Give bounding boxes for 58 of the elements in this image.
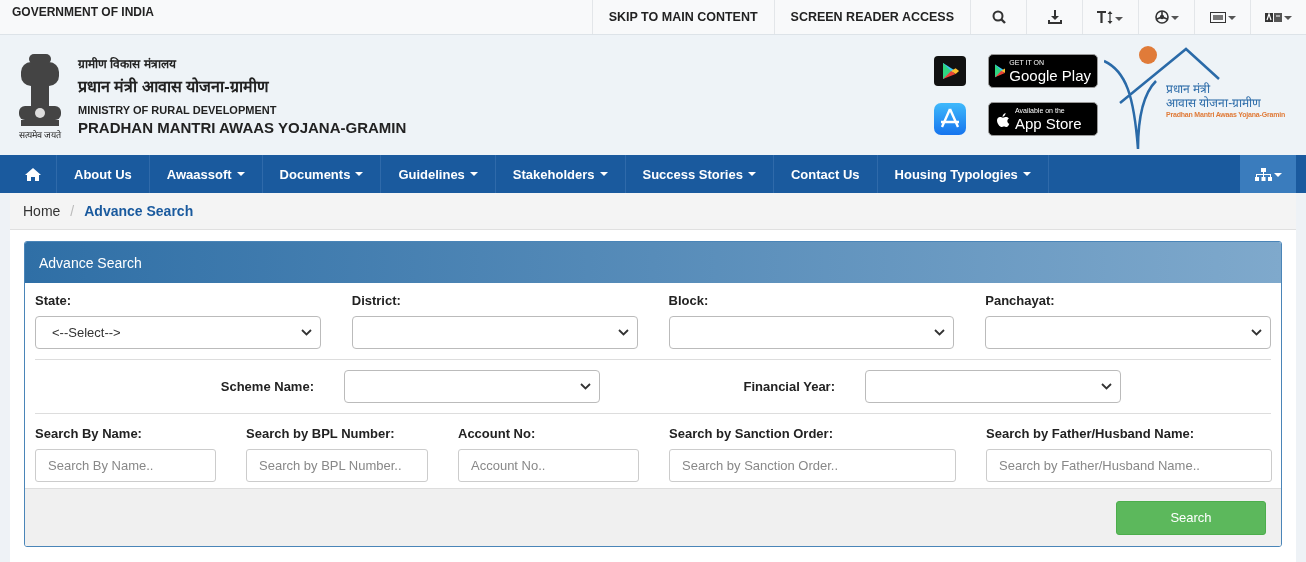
input-field[interactable]: Search by BPL Number.. <box>246 449 428 482</box>
text-size-icon[interactable] <box>1097 9 1124 25</box>
caret-icon <box>355 172 364 176</box>
top-link[interactable]: SKIP TO MAIN CONTENT <box>591 0 774 34</box>
field-label: State: <box>35 293 73 308</box>
home-icon <box>25 167 41 181</box>
field-label: Account No: <box>458 426 537 441</box>
sitemap-icon <box>1254 167 1282 181</box>
ministry-name: MINISTRY OF RURAL DEVELOPMENT <box>78 103 278 116</box>
field-label: Panchayat: <box>985 293 1056 308</box>
field-label: Search By Name: <box>35 426 143 441</box>
select-field[interactable]: <--Select--> <box>35 316 321 349</box>
logo-text: प्रधान मंत्री <box>1166 83 1212 96</box>
display-icon[interactable] <box>1209 10 1236 24</box>
select-field[interactable] <box>985 316 1271 349</box>
input-field[interactable]: Search by Father/Husband Name.. <box>986 449 1272 482</box>
site-title: GOVERNMENT OF INDIA <box>11 4 155 21</box>
caret-icon <box>747 172 756 176</box>
sitemap-button[interactable] <box>1240 155 1296 193</box>
play-store-icon[interactable] <box>934 56 966 86</box>
select-field[interactable] <box>344 370 600 403</box>
chevron-icon <box>580 383 591 390</box>
logo-text: आवास योजना-ग्रामीण <box>1166 96 1263 111</box>
chevron-icon <box>300 329 312 336</box>
field-label: Scheme Name: <box>219 379 314 394</box>
app-store-icon[interactable] <box>934 103 966 135</box>
panel-title: Advance Search <box>25 242 1281 283</box>
chevron-icon <box>1101 383 1112 390</box>
field-label: District: <box>351 293 402 308</box>
input-field[interactable]: Search By Name.. <box>35 449 216 482</box>
download-icon[interactable] <box>1047 10 1062 24</box>
select-field[interactable] <box>865 370 1121 403</box>
top-link[interactable]: SCREEN READER ACCESS <box>773 0 970 34</box>
chevron-icon <box>934 329 946 336</box>
chevron-icon <box>617 329 629 336</box>
emblem-caption: सत्यमेव जयते <box>18 128 62 141</box>
input-field[interactable]: Account No.. <box>458 449 639 482</box>
breadcrumb-link[interactable]: Home <box>23 203 61 219</box>
caret-icon <box>469 172 478 176</box>
scheme-name: PRADHAN MANTRI AWAAS YOJANA-GRAMIN <box>78 118 408 136</box>
select-field[interactable] <box>668 316 955 349</box>
field-label: Financial Year: <box>742 379 835 394</box>
ministry-name: ग्रामीण विकास मंत्रालय <box>78 55 178 72</box>
field-label: Search by BPL Number: <box>246 426 396 441</box>
caret-icon <box>599 172 608 176</box>
scheme-name: प्रधान मंत्री आवास योजना-ग्रामीण <box>78 76 270 97</box>
caret-icon <box>236 172 245 176</box>
input-field[interactable]: Search by Sanction Order.. <box>669 449 956 482</box>
search-icon[interactable] <box>991 10 1006 24</box>
breadcrumb-separator: / <box>70 203 75 219</box>
field-label: Block: <box>668 293 710 308</box>
field-label: Search by Father/Husband Name: <box>986 426 1196 441</box>
field-label: Search by Sanction Order: <box>669 426 834 441</box>
select-field[interactable] <box>351 316 638 349</box>
language-icon[interactable] <box>1265 10 1292 24</box>
chevron-icon <box>1251 329 1262 336</box>
accessibility-icon[interactable] <box>1154 10 1179 24</box>
caret-icon <box>1022 172 1031 176</box>
